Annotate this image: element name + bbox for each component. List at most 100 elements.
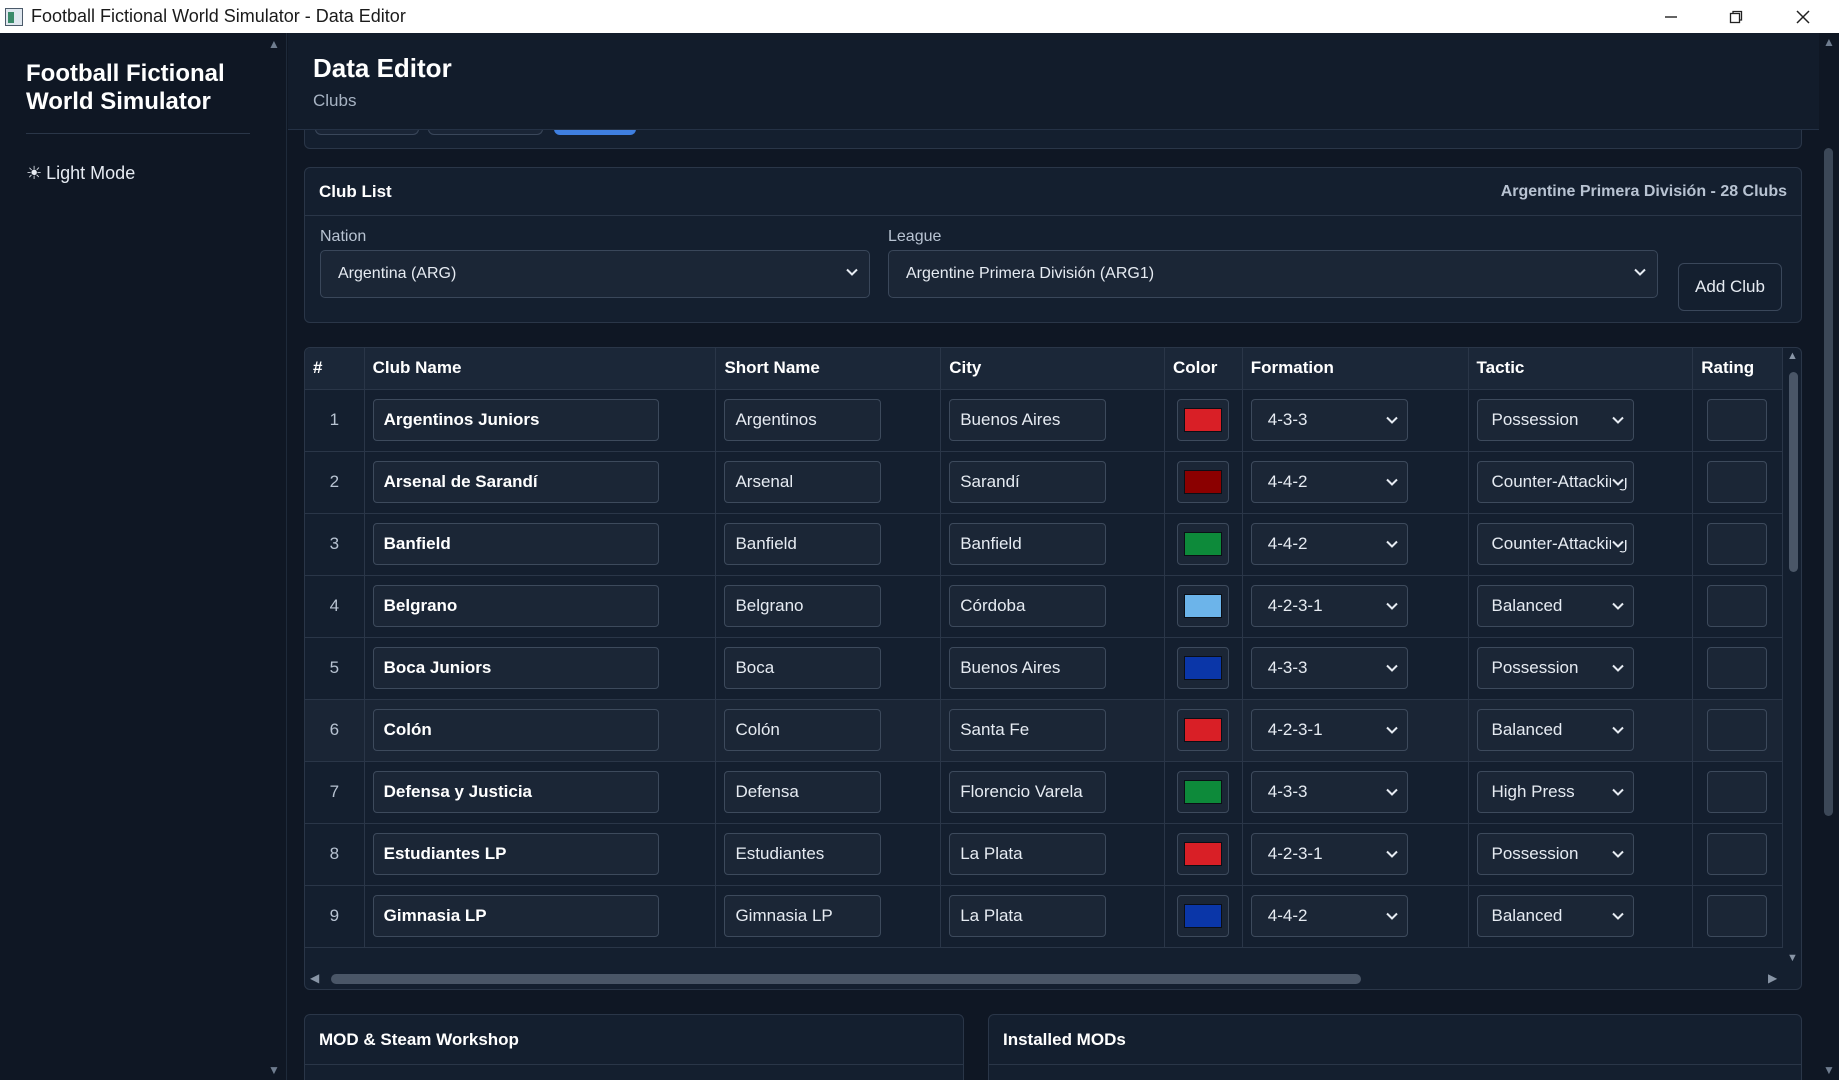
city-input[interactable]: Sarandí	[949, 461, 1107, 503]
tactic-select[interactable]: Balanced	[1476, 895, 1634, 937]
formation-select[interactable]: 4-4-2	[1250, 895, 1408, 937]
chevron-down-icon	[1634, 268, 1646, 276]
club-name-input[interactable]: Boca Juniors	[372, 647, 659, 689]
short-name-input[interactable]: Banfield	[724, 523, 882, 565]
main-vertical-scrollbar[interactable]: ▲ ▼	[1819, 33, 1839, 1080]
club-name-cell: Banfield	[364, 513, 717, 576]
city-input[interactable]: Córdoba	[949, 585, 1107, 627]
nation-select[interactable]: Argentina (ARG)	[320, 250, 870, 298]
short-name-input[interactable]: Gimnasia LP	[724, 895, 882, 937]
rating-input[interactable]	[1707, 709, 1768, 751]
column-header[interactable]: Formation	[1242, 348, 1469, 390]
minimize-button[interactable]	[1638, 0, 1704, 33]
rating-input[interactable]	[1707, 647, 1768, 689]
short-name-input[interactable]: Argentinos	[724, 399, 882, 441]
formation-select[interactable]: 4-2-3-1	[1250, 833, 1408, 875]
formation-select[interactable]: 4-4-2	[1250, 523, 1408, 565]
short-name-input[interactable]: Belgrano	[724, 585, 882, 627]
club-name-input[interactable]: Belgrano	[372, 585, 659, 627]
formation-cell: 4-2-3-1	[1242, 823, 1469, 886]
table-vertical-scrollbar[interactable]: ▲ ▼	[1783, 348, 1801, 968]
short-name-input[interactable]: Boca	[724, 647, 882, 689]
club-name-input[interactable]: Banfield	[372, 523, 659, 565]
color-picker[interactable]	[1177, 523, 1230, 565]
tactic-select[interactable]: High Press	[1476, 771, 1634, 813]
rating-input[interactable]	[1707, 771, 1768, 813]
rating-input[interactable]	[1707, 523, 1768, 565]
club-name-input[interactable]: Colón	[372, 709, 659, 751]
short-name-input[interactable]: Arsenal	[724, 461, 882, 503]
city-input[interactable]: La Plata	[949, 895, 1107, 937]
color-picker[interactable]	[1177, 461, 1230, 503]
tactic-select[interactable]: Counter-Attacking	[1476, 523, 1634, 565]
scroll-thumb[interactable]	[1824, 148, 1833, 816]
scroll-down-icon[interactable]: ▼	[1823, 1063, 1835, 1077]
formation-select[interactable]: 4-2-3-1	[1250, 709, 1408, 751]
column-header[interactable]: Color	[1164, 348, 1243, 390]
color-picker[interactable]	[1177, 771, 1230, 813]
column-header[interactable]: City	[940, 348, 1166, 390]
short-name-input[interactable]: Estudiantes	[724, 833, 882, 875]
scroll-up-icon[interactable]: ▲	[1787, 350, 1798, 362]
color-swatch	[1184, 904, 1223, 928]
formation-select[interactable]: 4-4-2	[1250, 461, 1408, 503]
city-input[interactable]: Buenos Aires	[949, 399, 1107, 441]
column-header[interactable]: Rating	[1692, 348, 1783, 390]
formation-select[interactable]: 4-3-3	[1250, 399, 1408, 441]
sidebar-scroll-up-icon[interactable]: ▲	[268, 37, 280, 51]
scroll-right-icon[interactable]: ▶	[1768, 971, 1777, 985]
column-header[interactable]: Tactic	[1468, 348, 1694, 390]
rating-input[interactable]	[1707, 461, 1768, 503]
short-name-input[interactable]: Defensa	[724, 771, 882, 813]
sidebar-scroll-down-icon[interactable]: ▼	[268, 1063, 280, 1077]
light-mode-toggle[interactable]: ☀ Light Mode	[26, 163, 135, 184]
scroll-down-icon[interactable]: ▼	[1787, 952, 1798, 964]
formation-select[interactable]: 4-3-3	[1250, 771, 1408, 813]
formation-cell: 4-4-2	[1242, 885, 1469, 948]
tactic-select[interactable]: Balanced	[1476, 709, 1634, 751]
restore-button[interactable]	[1703, 0, 1769, 33]
city-input[interactable]: Banfield	[949, 523, 1107, 565]
installed-mods-header: Installed MODs	[989, 1015, 1801, 1065]
city-input[interactable]: La Plata	[949, 833, 1107, 875]
club-name-input[interactable]: Argentinos Juniors	[372, 399, 659, 441]
league-select-value: Argentine Primera División (ARG1)	[906, 265, 1155, 282]
tactic-select[interactable]: Possession	[1476, 399, 1634, 441]
table-horizontal-scrollbar[interactable]: ◀ ▶	[305, 968, 1801, 989]
tactic-select[interactable]: Possession	[1476, 833, 1634, 875]
scroll-thumb[interactable]	[331, 974, 1361, 984]
club-name-input[interactable]: Defensa y Justicia	[372, 771, 659, 813]
color-picker[interactable]	[1177, 833, 1230, 875]
rating-input[interactable]	[1707, 399, 1768, 441]
city-input[interactable]: Buenos Aires	[949, 647, 1107, 689]
tactic-select[interactable]: Balanced	[1476, 585, 1634, 627]
club-name-input[interactable]: Gimnasia LP	[372, 895, 659, 937]
city-input[interactable]: Florencio Varela	[949, 771, 1107, 813]
city-input[interactable]: Santa Fe	[949, 709, 1107, 751]
tactic-select[interactable]: Counter-Attacking	[1476, 461, 1634, 503]
color-picker[interactable]	[1177, 709, 1230, 751]
color-picker[interactable]	[1177, 585, 1230, 627]
tactic-select[interactable]: Possession	[1476, 647, 1634, 689]
league-select[interactable]: Argentine Primera División (ARG1)	[888, 250, 1658, 298]
column-header[interactable]: Club Name	[364, 348, 717, 390]
rating-input[interactable]	[1707, 833, 1768, 875]
color-picker[interactable]	[1177, 895, 1230, 937]
formation-select[interactable]: 4-3-3	[1250, 647, 1408, 689]
color-picker[interactable]	[1177, 399, 1230, 441]
formation-cell: 4-2-3-1	[1242, 575, 1469, 638]
short-name-input[interactable]: Colón	[724, 709, 882, 751]
scroll-thumb[interactable]	[1789, 372, 1798, 572]
mod-workshop-header: MOD & Steam Workshop	[305, 1015, 963, 1065]
add-club-button[interactable]: Add Club	[1678, 263, 1782, 311]
scroll-up-icon[interactable]: ▲	[1823, 35, 1835, 49]
rating-input[interactable]	[1707, 895, 1768, 937]
color-picker[interactable]	[1177, 647, 1230, 689]
column-header[interactable]: Short Name	[715, 348, 942, 390]
formation-select[interactable]: 4-2-3-1	[1250, 585, 1408, 627]
club-name-input[interactable]: Arsenal de Sarandí	[372, 461, 659, 503]
scroll-left-icon[interactable]: ◀	[310, 971, 319, 985]
close-button[interactable]	[1770, 0, 1836, 33]
club-name-input[interactable]: Estudiantes LP	[372, 833, 659, 875]
rating-input[interactable]	[1707, 585, 1768, 627]
